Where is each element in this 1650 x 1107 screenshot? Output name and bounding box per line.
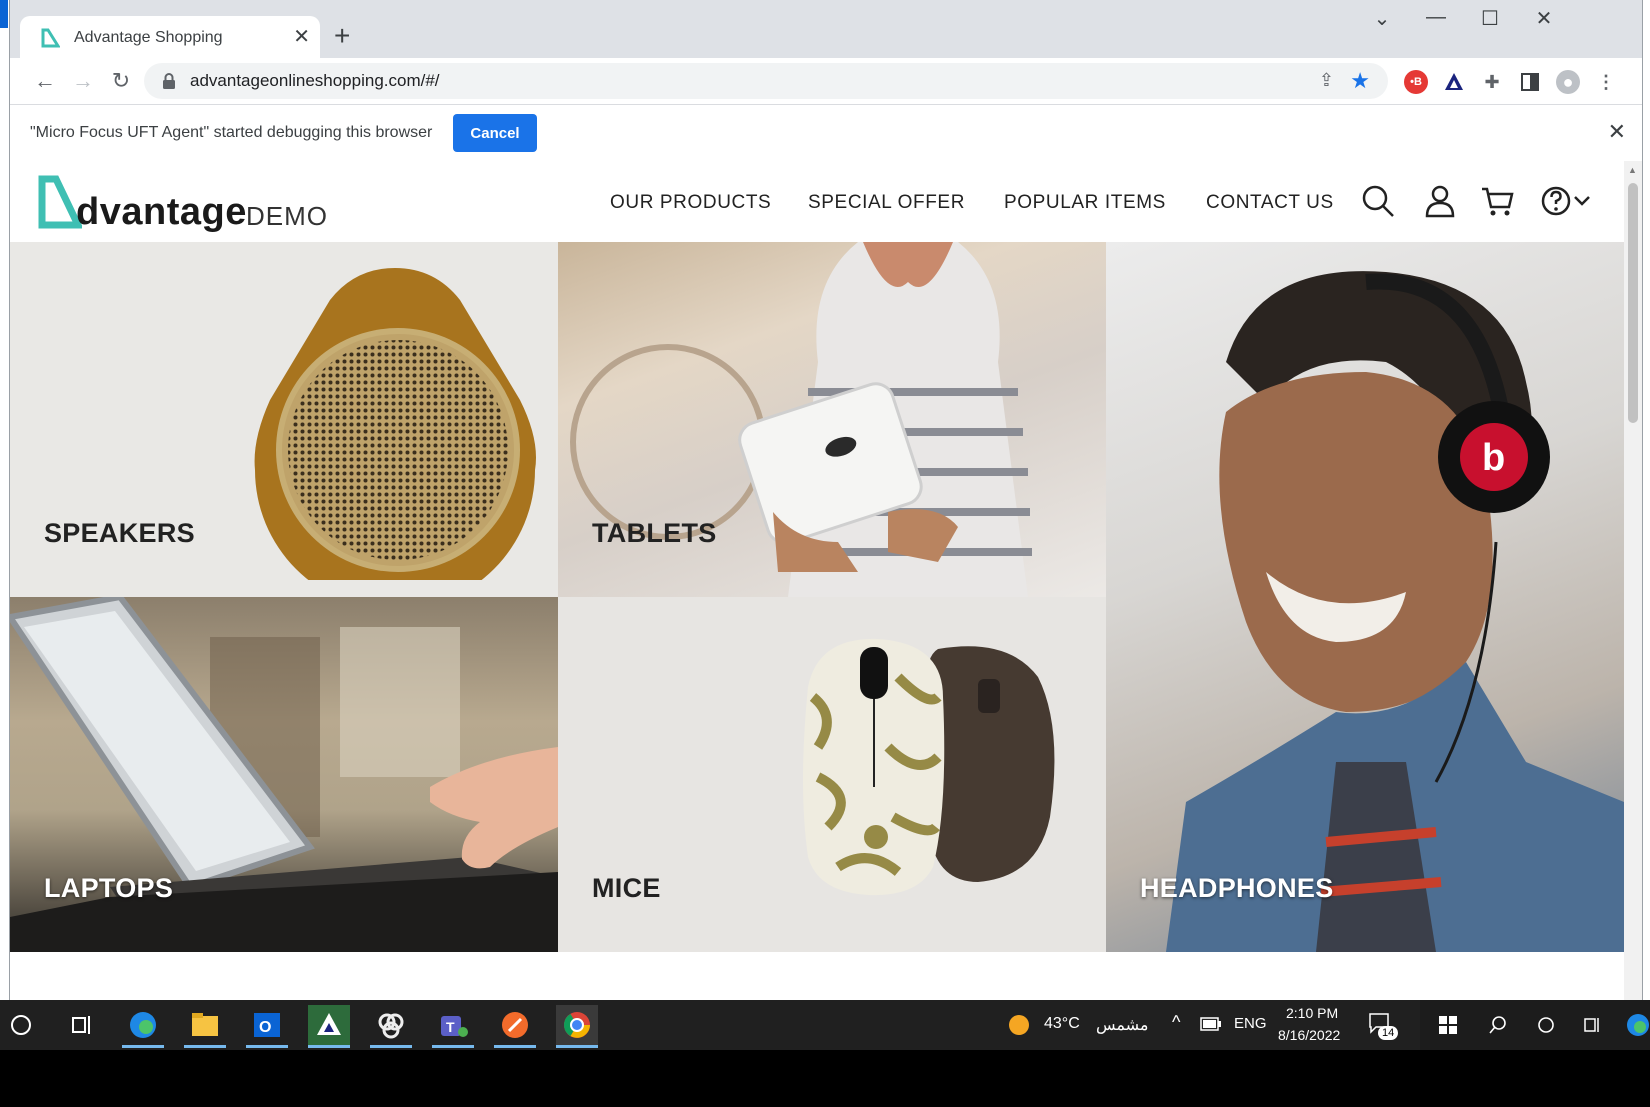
- windows-taskbar: O T 43°C مشمس ^ ENG 2:10 PM 8/16/2022 14: [0, 1000, 1420, 1050]
- category-label-headphones: HEADPHONES: [1140, 873, 1334, 903]
- browser-window: Advantage Shopping ✕ + ⌄ — ☐ ✕ ← → ↻ adv…: [10, 0, 1642, 1000]
- maximize-icon[interactable]: ☐: [1470, 6, 1510, 31]
- tab-strip: Advantage Shopping ✕ + ⌄ — ☐ ✕: [10, 0, 1642, 58]
- bookmark-star-icon[interactable]: ★: [1350, 68, 1370, 94]
- browser-menu-icon[interactable]: ⋮: [1594, 70, 1618, 94]
- scroll-up-icon[interactable]: ▲: [1628, 165, 1637, 175]
- minimize-icon[interactable]: —: [1416, 6, 1456, 29]
- speaker-image: [254, 268, 536, 580]
- category-tile-headphones[interactable]: b HEADPHONES: [1106, 242, 1624, 952]
- debug-infobar: "Micro Focus UFT Agent" started debuggin…: [10, 104, 1642, 162]
- nav-special-offer[interactable]: SPECIAL OFFER: [808, 192, 965, 214]
- windows-start-icon[interactable]: [1438, 1015, 1458, 1035]
- forward-icon[interactable]: →: [66, 64, 100, 98]
- weather-sun-icon[interactable]: [1008, 1014, 1030, 1036]
- category-tile-laptops[interactable]: LAPTOPS: [10, 597, 558, 952]
- logo-demo: DEMO: [246, 201, 328, 231]
- clock-time[interactable]: 2:10 PM: [1286, 1005, 1338, 1021]
- page-viewport: dvantage DEMO OUR PRODUCTS SPECIAL OFFER…: [10, 161, 1642, 1000]
- chrome-icon[interactable]: [556, 1005, 598, 1048]
- browser-toolbar: ← → ↻ advantageonlineshopping.com/#/ ⇪ ★…: [10, 58, 1642, 104]
- headphones-image: b: [1166, 271, 1624, 952]
- nav-our-products[interactable]: OUR PRODUCTS: [610, 192, 771, 214]
- new-tab-button[interactable]: +: [334, 20, 350, 52]
- address-bar[interactable]: advantageonlineshopping.com/#/ ⇪ ★: [144, 63, 1388, 99]
- browser-tab[interactable]: Advantage Shopping ✕: [20, 16, 320, 58]
- user-icon[interactable]: [1422, 183, 1458, 219]
- category-tile-mice[interactable]: MICE: [558, 597, 1106, 952]
- category-tile-speakers[interactable]: SPEAKERS: [10, 242, 558, 597]
- category-label-speakers: SPEAKERS: [44, 518, 195, 548]
- extension-red-icon[interactable]: •B: [1404, 70, 1428, 94]
- site-favicon-icon: [41, 28, 60, 48]
- svg-text:O: O: [259, 1019, 271, 1036]
- language-indicator[interactable]: ENG: [1234, 1015, 1267, 1032]
- secondary-taskbar: [1420, 1000, 1650, 1050]
- background-window-right: [1642, 0, 1650, 1000]
- svg-text:T: T: [446, 1019, 455, 1035]
- search-circle-icon[interactable]: [0, 1005, 42, 1045]
- weather-condition[interactable]: مشمس: [1096, 1015, 1149, 1035]
- edge-icon-secondary[interactable]: [1626, 1013, 1650, 1037]
- search-icon[interactable]: [1360, 183, 1396, 219]
- svg-text:b: b: [1482, 437, 1505, 479]
- side-panel-icon[interactable]: [1518, 70, 1542, 94]
- tab-title: Advantage Shopping: [74, 29, 223, 46]
- weather-temperature[interactable]: 43°C: [1044, 1015, 1080, 1033]
- outlook-icon[interactable]: O: [246, 1005, 288, 1048]
- task-view-icon[interactable]: [60, 1005, 102, 1045]
- notification-count-badge: 14: [1378, 1026, 1399, 1040]
- teams-icon[interactable]: T: [432, 1005, 474, 1048]
- task-view-icon-secondary[interactable]: [1582, 1015, 1602, 1035]
- nav-contact-us[interactable]: CONTACT US: [1206, 192, 1334, 214]
- clock-date[interactable]: 8/16/2022: [1278, 1027, 1340, 1043]
- cart-icon[interactable]: [1480, 183, 1516, 219]
- taskbar-search-icon[interactable]: [1488, 1015, 1508, 1035]
- lock-icon: [163, 73, 175, 89]
- site-logo[interactable]: dvantage DEMO: [38, 173, 327, 233]
- chevron-down-icon[interactable]: [1572, 183, 1592, 219]
- mouse-image: [803, 638, 1055, 896]
- profile-avatar-icon[interactable]: ●: [1556, 70, 1580, 94]
- back-icon[interactable]: ←: [28, 64, 62, 98]
- scrollbar-thumb[interactable]: [1628, 183, 1638, 423]
- edge-icon[interactable]: [122, 1005, 164, 1048]
- app-triangle-icon[interactable]: [308, 1005, 350, 1048]
- category-label-mice: MICE: [592, 873, 661, 903]
- category-label-tablets: TABLETS: [592, 518, 717, 548]
- category-label-laptops: LAPTOPS: [44, 873, 174, 903]
- infobar-message: "Micro Focus UFT Agent" started debuggin…: [30, 124, 433, 141]
- cancel-button[interactable]: Cancel: [453, 114, 537, 152]
- extensions-puzzle-icon[interactable]: ✚: [1480, 70, 1504, 94]
- logo-word: dvantage: [76, 191, 247, 233]
- reload-icon[interactable]: ↻: [104, 64, 138, 98]
- site-header: dvantage DEMO OUR PRODUCTS SPECIAL OFFER…: [10, 161, 1624, 241]
- file-explorer-icon[interactable]: [184, 1005, 226, 1048]
- app-knot-icon[interactable]: [370, 1005, 412, 1048]
- battery-icon[interactable]: [1200, 1016, 1222, 1032]
- tab-search-icon[interactable]: ⌄: [1362, 6, 1402, 31]
- window-close-icon[interactable]: ✕: [1524, 6, 1564, 31]
- infobar-close-icon[interactable]: ✕: [1608, 119, 1626, 145]
- share-icon[interactable]: ⇪: [1319, 70, 1334, 91]
- extension-triangle-icon[interactable]: [1442, 70, 1466, 94]
- url-text[interactable]: advantageonlineshopping.com/#/: [190, 71, 440, 91]
- cortana-icon[interactable]: [1536, 1015, 1556, 1035]
- help-icon[interactable]: [1538, 183, 1574, 219]
- nav-popular-items[interactable]: POPULAR ITEMS: [1004, 192, 1166, 214]
- page-scrollbar[interactable]: ▲: [1624, 161, 1642, 1000]
- app-orange-icon[interactable]: [494, 1005, 536, 1048]
- tab-close-icon[interactable]: ✕: [293, 24, 310, 49]
- tray-chevron-icon[interactable]: ^: [1172, 1012, 1180, 1033]
- category-tile-tablets[interactable]: TABLETS: [558, 242, 1106, 597]
